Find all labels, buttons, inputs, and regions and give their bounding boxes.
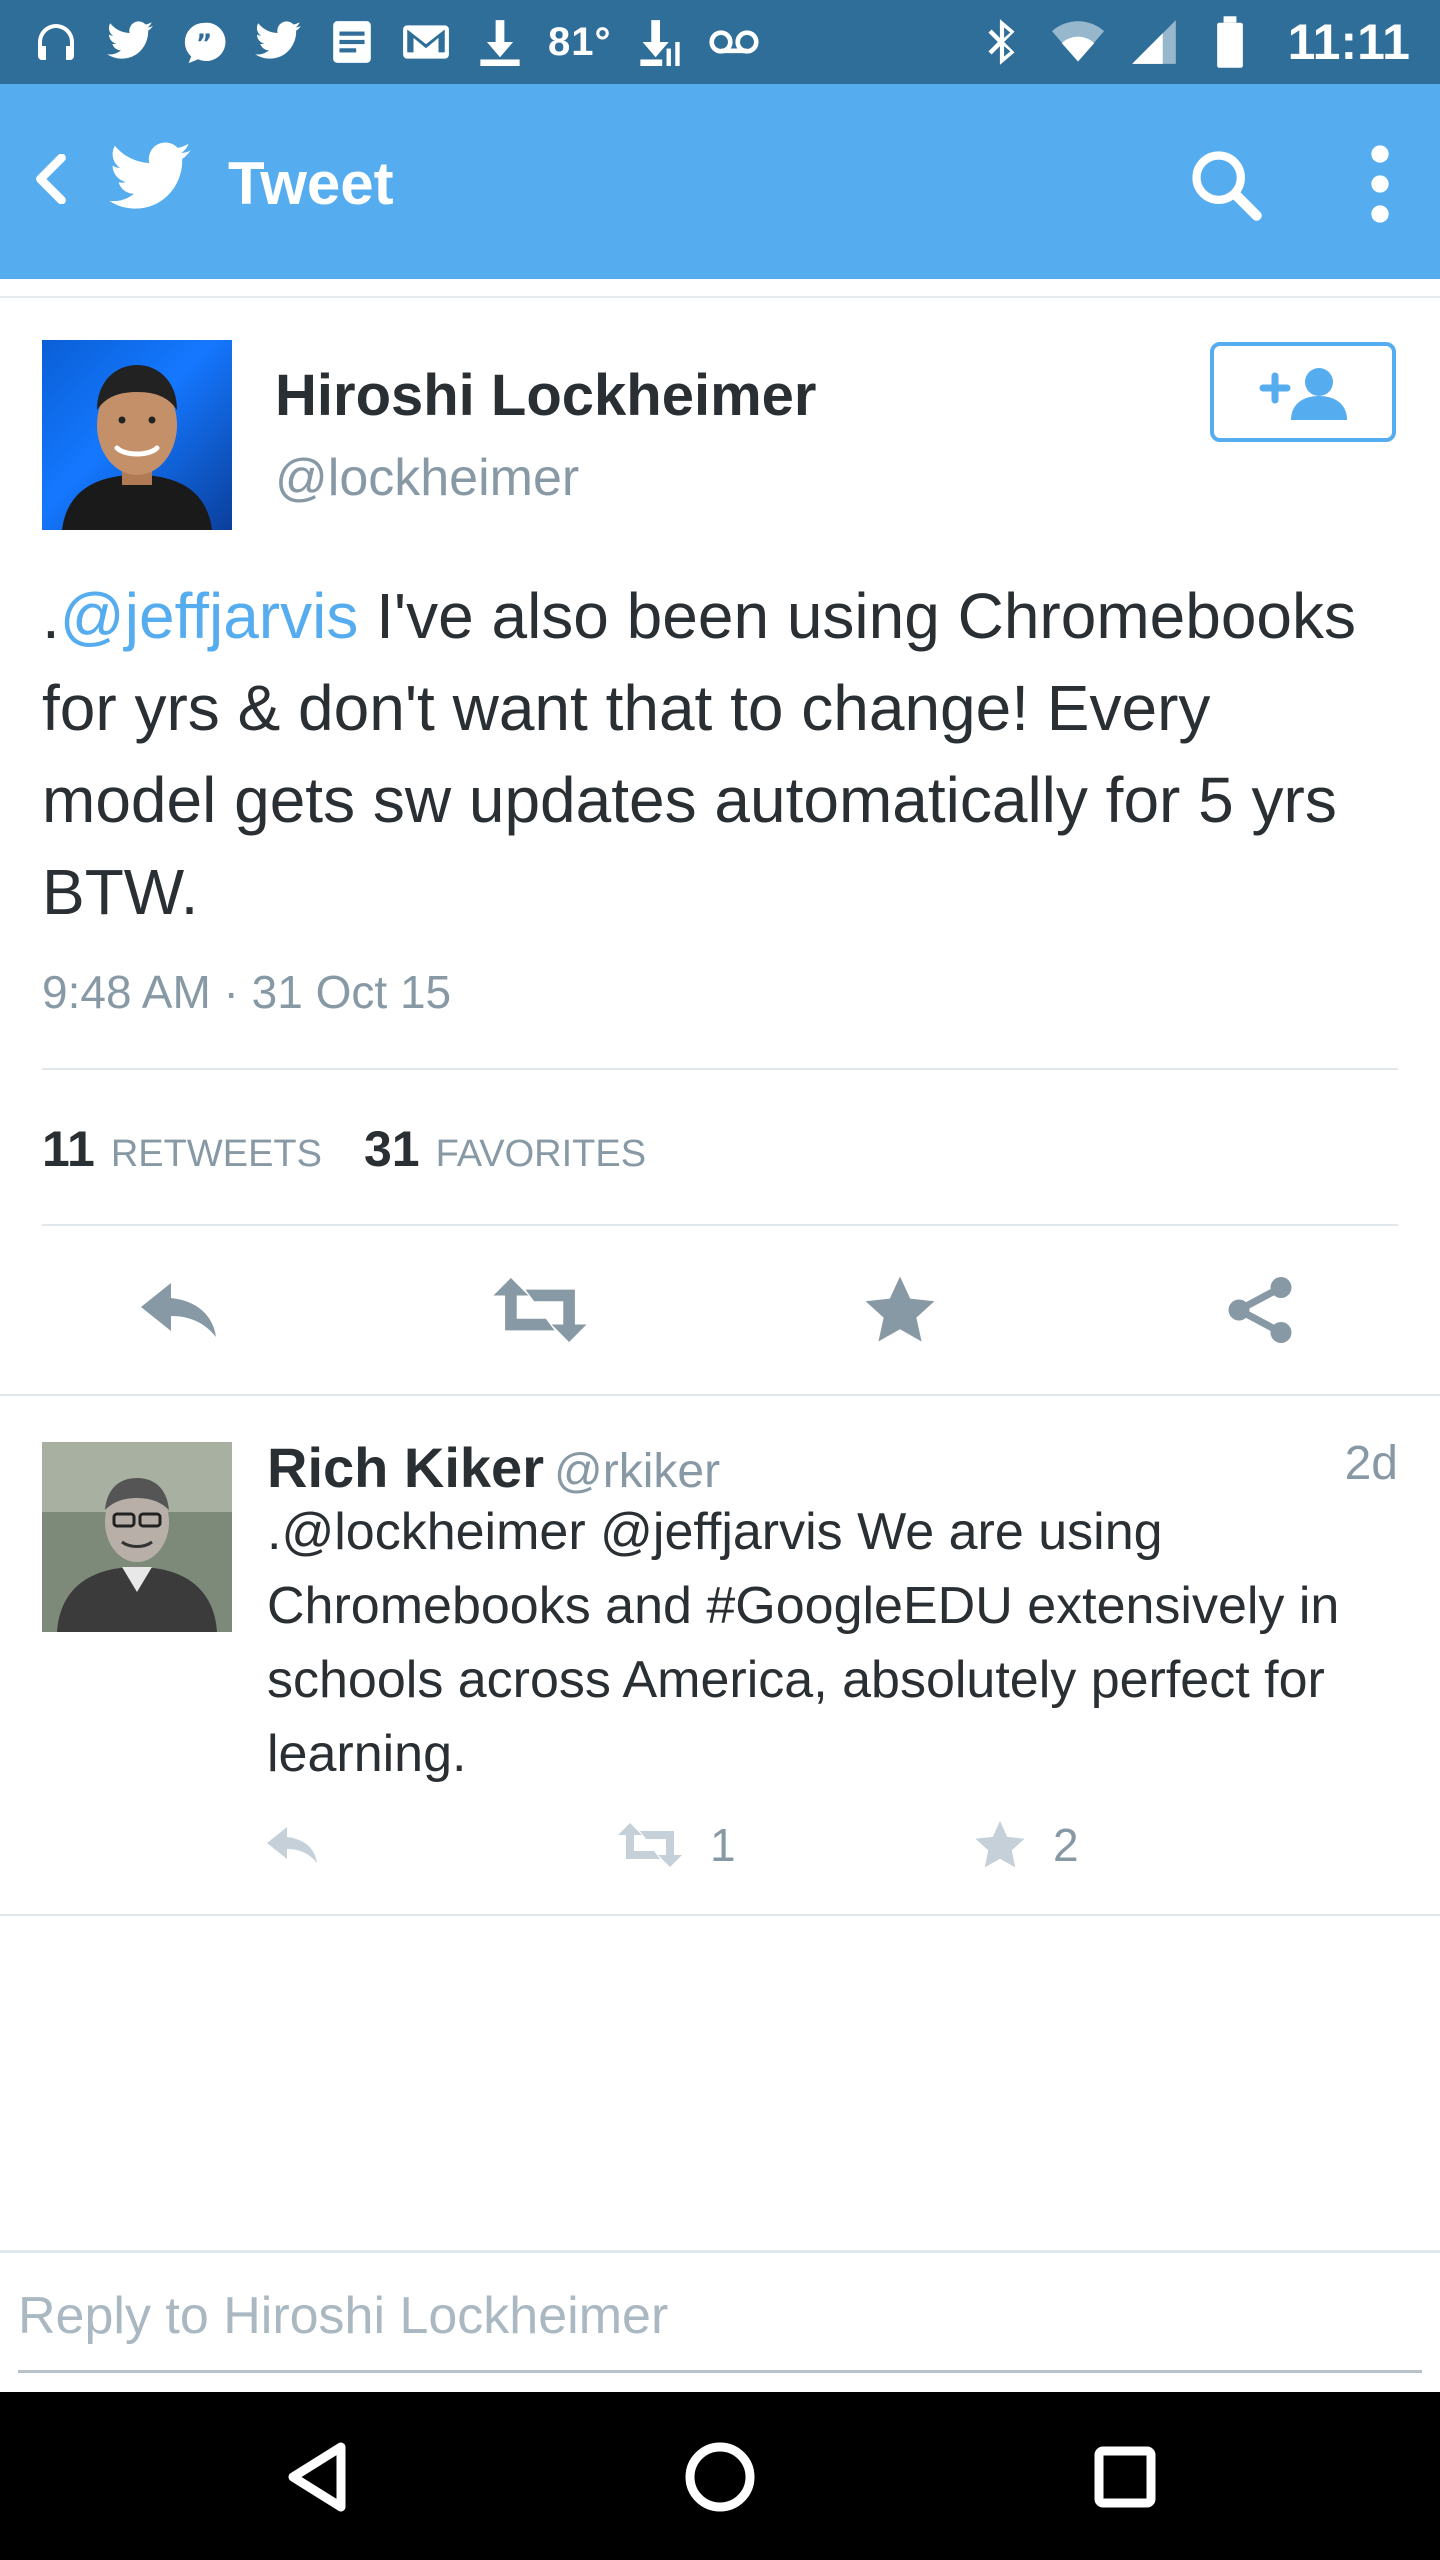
favorite-button[interactable] <box>840 1260 960 1360</box>
reply-author-avatar[interactable] <box>42 1442 232 1632</box>
reply-text: .@lockheimer @jeffjarvis We are using Ch… <box>267 1503 1340 1783</box>
quote-icon: ” <box>178 16 230 68</box>
tweet-text: .@jeffjarvis I've also been using Chrome… <box>42 570 1372 938</box>
page-title: Tweet <box>228 150 394 217</box>
reply-input[interactable] <box>18 2262 1422 2373</box>
divider <box>0 1914 1440 1916</box>
reply-reply-button[interactable] <box>265 1815 321 1875</box>
reply-icon <box>138 1280 222 1340</box>
divider <box>0 296 1440 298</box>
back-button[interactable] <box>20 139 80 219</box>
follow-button[interactable] <box>1210 342 1396 442</box>
more-vertical-icon <box>1370 144 1390 224</box>
tweet-stats: 11 RETWEETS 31 FAVORITES <box>42 1120 646 1178</box>
share-icon <box>1224 1274 1296 1346</box>
retweets-count[interactable]: 11 <box>42 1120 95 1178</box>
retweet-button[interactable] <box>480 1260 600 1360</box>
nav-recents-button[interactable] <box>1045 2412 1205 2542</box>
twitter-logo-icon <box>105 142 195 216</box>
wifi-icon <box>1051 16 1104 68</box>
status-bar-system: 11:11 <box>976 0 1410 84</box>
reply-favorite-count: 2 <box>1053 1819 1079 1871</box>
app-bar: Tweet <box>0 84 1440 279</box>
tweet-text-prefix: . <box>42 580 60 652</box>
signal-icon <box>1128 16 1180 68</box>
reply-button[interactable] <box>120 1260 240 1360</box>
twitter-icon <box>104 16 156 68</box>
nav-back-button[interactable] <box>237 2412 397 2542</box>
reply-retweet-count: 1 <box>710 1819 736 1871</box>
reply-author-handle[interactable]: @rkiker <box>554 1445 720 1498</box>
status-bar-notifications: ” 81° <box>30 0 760 84</box>
reply-icon <box>265 1825 321 1865</box>
navigation-bar <box>0 2392 1440 2560</box>
twitter-icon <box>252 16 304 68</box>
voicemail-icon <box>708 16 760 68</box>
reply-actions: 1 2 <box>0 1815 1440 1875</box>
clock: 11:11 <box>1287 14 1410 70</box>
reply-favorite-button[interactable]: 2 <box>975 1815 1079 1875</box>
svg-text:”: ” <box>196 29 212 58</box>
search-icon <box>1187 146 1263 222</box>
retweets-label[interactable]: RETWEETS <box>111 1133 322 1176</box>
reply-timestamp: 2d <box>1344 1437 1398 1490</box>
search-button[interactable] <box>1180 139 1270 229</box>
divider <box>42 1068 1398 1070</box>
divider <box>42 1224 1398 1226</box>
tweet-actions <box>0 1260 1440 1360</box>
author-name[interactable]: Hiroshi Lockheimer <box>275 362 816 429</box>
overflow-menu-button[interactable] <box>1350 139 1410 229</box>
reply-retweet-button[interactable]: 1 <box>618 1815 736 1875</box>
download-icon <box>634 16 686 68</box>
battery-icon <box>1204 16 1256 68</box>
download-icon <box>474 16 526 68</box>
document-icon <box>326 16 378 68</box>
star-icon <box>975 1821 1025 1869</box>
mention-link[interactable]: @jeffjarvis <box>60 580 359 652</box>
favorites-label[interactable]: FAVORITES <box>436 1133 646 1176</box>
headphones-icon <box>30 16 82 68</box>
share-button[interactable] <box>1200 1260 1320 1360</box>
star-icon <box>865 1276 935 1344</box>
triangle-back-icon <box>285 2441 349 2513</box>
chevron-left-icon <box>34 154 66 204</box>
author-handle[interactable]: @lockheimer <box>275 448 579 508</box>
bluetooth-icon <box>976 16 1028 68</box>
reply-author[interactable]: Rich Kiker @rkiker <box>267 1435 720 1500</box>
author-avatar[interactable] <box>42 340 232 530</box>
gmail-icon <box>400 16 452 68</box>
divider <box>0 1394 1440 1396</box>
retweet-icon <box>618 1823 682 1867</box>
tweet-timestamp: 9:48 AM · 31 Oct 15 <box>42 966 452 1018</box>
square-recents-icon <box>1093 2445 1157 2509</box>
temperature-text: 81° <box>548 19 612 64</box>
add-user-icon <box>1255 364 1351 420</box>
status-bar: ” 81° 11:11 <box>0 0 1440 84</box>
retweet-icon <box>492 1278 588 1342</box>
composer-divider <box>0 2250 1440 2253</box>
reply-author-name[interactable]: Rich Kiker <box>267 1436 544 1499</box>
favorites-count[interactable]: 31 <box>364 1120 420 1178</box>
circle-home-icon <box>684 2441 756 2513</box>
nav-home-button[interactable] <box>640 2412 800 2542</box>
